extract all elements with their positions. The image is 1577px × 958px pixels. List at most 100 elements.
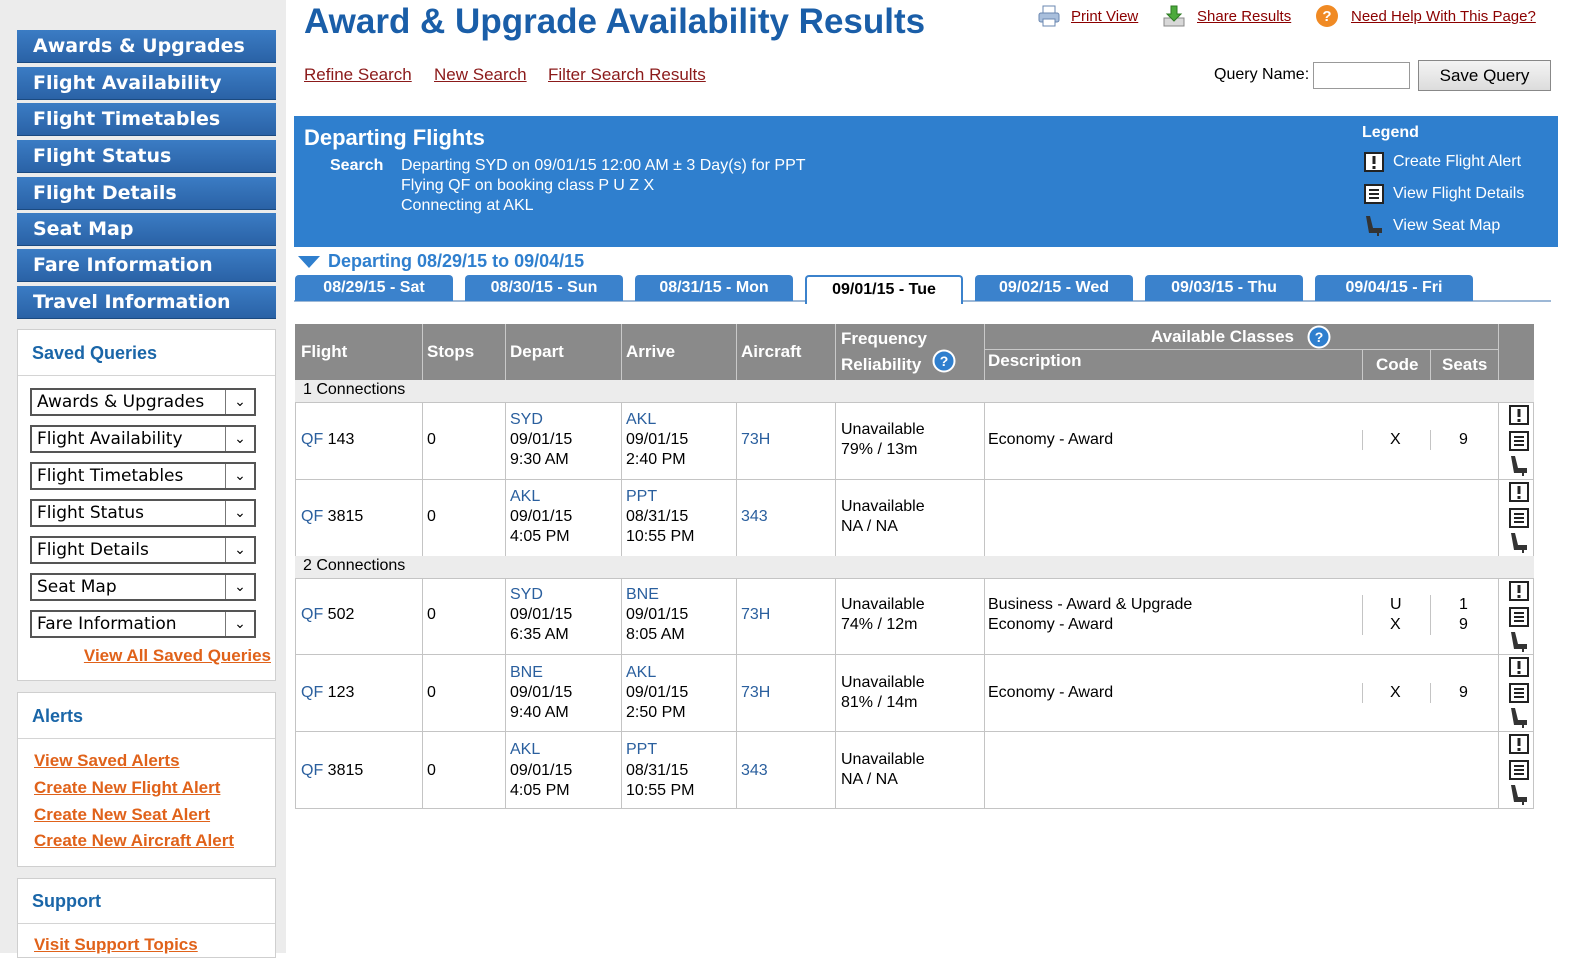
details-icon[interactable] (1508, 507, 1530, 529)
chevron-down-icon: ⌄ (225, 390, 254, 414)
view-saved-alerts-link[interactable]: View Saved Alerts (34, 751, 180, 771)
arrive-airport-link[interactable]: AKL (626, 663, 656, 683)
new-search-link[interactable]: New Search (434, 65, 527, 85)
depart-time: 6:35 AM (510, 626, 569, 643)
refine-search-link[interactable]: Refine Search (304, 65, 412, 85)
collapse-triangle-icon[interactable] (298, 256, 320, 268)
details-icon[interactable] (1508, 682, 1530, 704)
help-icon[interactable]: ? (1307, 325, 1331, 349)
class-seats: 9 (1459, 684, 1468, 701)
print-view-link[interactable]: Print View (1071, 8, 1138, 25)
seat-icon[interactable] (1508, 532, 1530, 554)
visit-support-topics-link[interactable]: Visit Support Topics (34, 935, 198, 955)
alert-icon[interactable] (1508, 733, 1530, 755)
stops-value: 0 (427, 762, 436, 779)
legend-view-seat-map: View Seat Map (1393, 217, 1501, 234)
seat-icon[interactable] (1508, 707, 1530, 729)
create-seat-alert-link[interactable]: Create New Seat Alert (34, 805, 210, 825)
class-code: X (1390, 616, 1401, 633)
details-icon[interactable] (1508, 606, 1530, 628)
nav-fare-information[interactable]: Fare Information (17, 249, 276, 282)
search-line: Connecting at AKL (401, 197, 534, 214)
alert-icon[interactable] (1508, 580, 1530, 602)
nav-flight-timetables[interactable]: Flight Timetables (17, 103, 276, 136)
depart-time: 4:05 PM (510, 528, 570, 545)
saved-query-select[interactable]: Flight Availability ⌄ (30, 425, 256, 453)
nav-flight-status[interactable]: Flight Status (17, 140, 276, 173)
details-icon[interactable] (1508, 759, 1530, 781)
carrier-link[interactable]: QF (301, 762, 323, 779)
col-code: Code (1376, 355, 1419, 374)
divider (1362, 350, 1363, 380)
depart-airport-link[interactable]: SYD (510, 585, 543, 605)
saved-query-select[interactable]: Flight Status ⌄ (30, 499, 256, 527)
departing-range-label[interactable]: Departing 08/29/15 to 09/04/15 (328, 251, 584, 272)
help-icon[interactable]: ? (932, 349, 956, 373)
query-name-input[interactable] (1313, 62, 1410, 89)
nav-seat-map[interactable]: Seat Map (17, 213, 276, 246)
help-icon[interactable]: ? (1315, 4, 1339, 28)
col-seats: Seats (1442, 355, 1488, 374)
alert-icon[interactable] (1508, 481, 1530, 503)
aircraft-link[interactable]: 343 (741, 507, 768, 527)
create-aircraft-alert-link[interactable]: Create New Aircraft Alert (34, 831, 234, 851)
alert-icon[interactable] (1508, 656, 1530, 678)
nav-flight-details[interactable]: Flight Details (17, 177, 276, 210)
saved-query-select[interactable]: Flight Timetables ⌄ (30, 462, 256, 490)
alerts-panel: Alerts View Saved Alerts Create New Flig… (17, 692, 276, 867)
arrive-airport-link[interactable]: BNE (626, 585, 659, 605)
divider (835, 324, 836, 380)
depart-airport-link[interactable]: AKL (510, 740, 540, 760)
saved-query-select[interactable]: Fare Information ⌄ (30, 610, 256, 638)
seat-icon[interactable] (1508, 631, 1530, 653)
aircraft-link[interactable]: 73H (741, 683, 770, 703)
aircraft-link[interactable]: 73H (741, 430, 770, 450)
flight-number: 3815 (327, 762, 364, 779)
support-panel: Support Visit Support Topics (17, 878, 276, 958)
seat-icon[interactable] (1508, 455, 1530, 477)
chevron-down-icon: ⌄ (225, 464, 254, 488)
arrive-time: 10:55 PM (626, 528, 695, 545)
chevron-down-icon: ⌄ (225, 612, 254, 636)
nav-awards-upgrades[interactable]: Awards & Upgrades (17, 30, 276, 63)
saved-query-select[interactable]: Seat Map ⌄ (30, 573, 256, 601)
arrive-airport-link[interactable]: PPT (626, 487, 657, 507)
date-tab[interactable]: 08/29/15 - Sat (295, 275, 453, 301)
date-tab[interactable]: 09/03/15 - Thu (1145, 275, 1303, 301)
saved-query-select[interactable]: Awards & Upgrades ⌄ (30, 388, 256, 416)
date-tab[interactable]: 08/31/15 - Mon (635, 275, 793, 301)
arrive-airport-link[interactable]: AKL (626, 410, 656, 430)
save-query-button[interactable]: Save Query (1418, 60, 1551, 91)
download-icon[interactable] (1162, 4, 1186, 28)
saved-query-select[interactable]: Flight Details ⌄ (30, 536, 256, 564)
create-flight-alert-link[interactable]: Create New Flight Alert (34, 778, 220, 798)
filter-search-results-link[interactable]: Filter Search Results (548, 65, 706, 85)
aircraft-link[interactable]: 73H (741, 605, 770, 625)
carrier-link[interactable]: QF (301, 431, 323, 448)
details-icon[interactable] (1508, 430, 1530, 452)
date-tab[interactable]: 09/04/15 - Fri (1315, 275, 1473, 301)
printer-icon[interactable] (1037, 4, 1061, 28)
divider (295, 380, 296, 809)
carrier-link[interactable]: QF (301, 508, 323, 525)
date-tab[interactable]: 09/02/15 - Wed (975, 275, 1133, 301)
carrier-link[interactable]: QF (301, 684, 323, 701)
seat-icon[interactable] (1508, 784, 1530, 806)
aircraft-link[interactable]: 343 (741, 761, 768, 781)
share-results-link[interactable]: Share Results (1197, 8, 1291, 25)
alert-icon[interactable] (1508, 404, 1530, 426)
legend-view-flight-details: View Flight Details (1393, 185, 1525, 202)
depart-airport-link[interactable]: BNE (510, 663, 543, 683)
view-all-saved-queries-link[interactable]: View All Saved Queries (84, 646, 271, 666)
depart-airport-link[interactable]: SYD (510, 410, 543, 430)
arrive-airport-link[interactable]: PPT (626, 740, 657, 760)
date-tab-active[interactable]: 09/01/15 - Tue (805, 275, 963, 304)
nav-travel-information[interactable]: Travel Information (17, 286, 276, 319)
divider (1430, 595, 1431, 635)
select-value: Flight Timetables (37, 466, 184, 486)
nav-flight-availability[interactable]: Flight Availability (17, 67, 276, 100)
date-tab[interactable]: 08/30/15 - Sun (465, 275, 623, 301)
need-help-link[interactable]: Need Help With This Page? (1351, 8, 1536, 25)
carrier-link[interactable]: QF (301, 606, 323, 623)
depart-airport-link[interactable]: AKL (510, 487, 540, 507)
